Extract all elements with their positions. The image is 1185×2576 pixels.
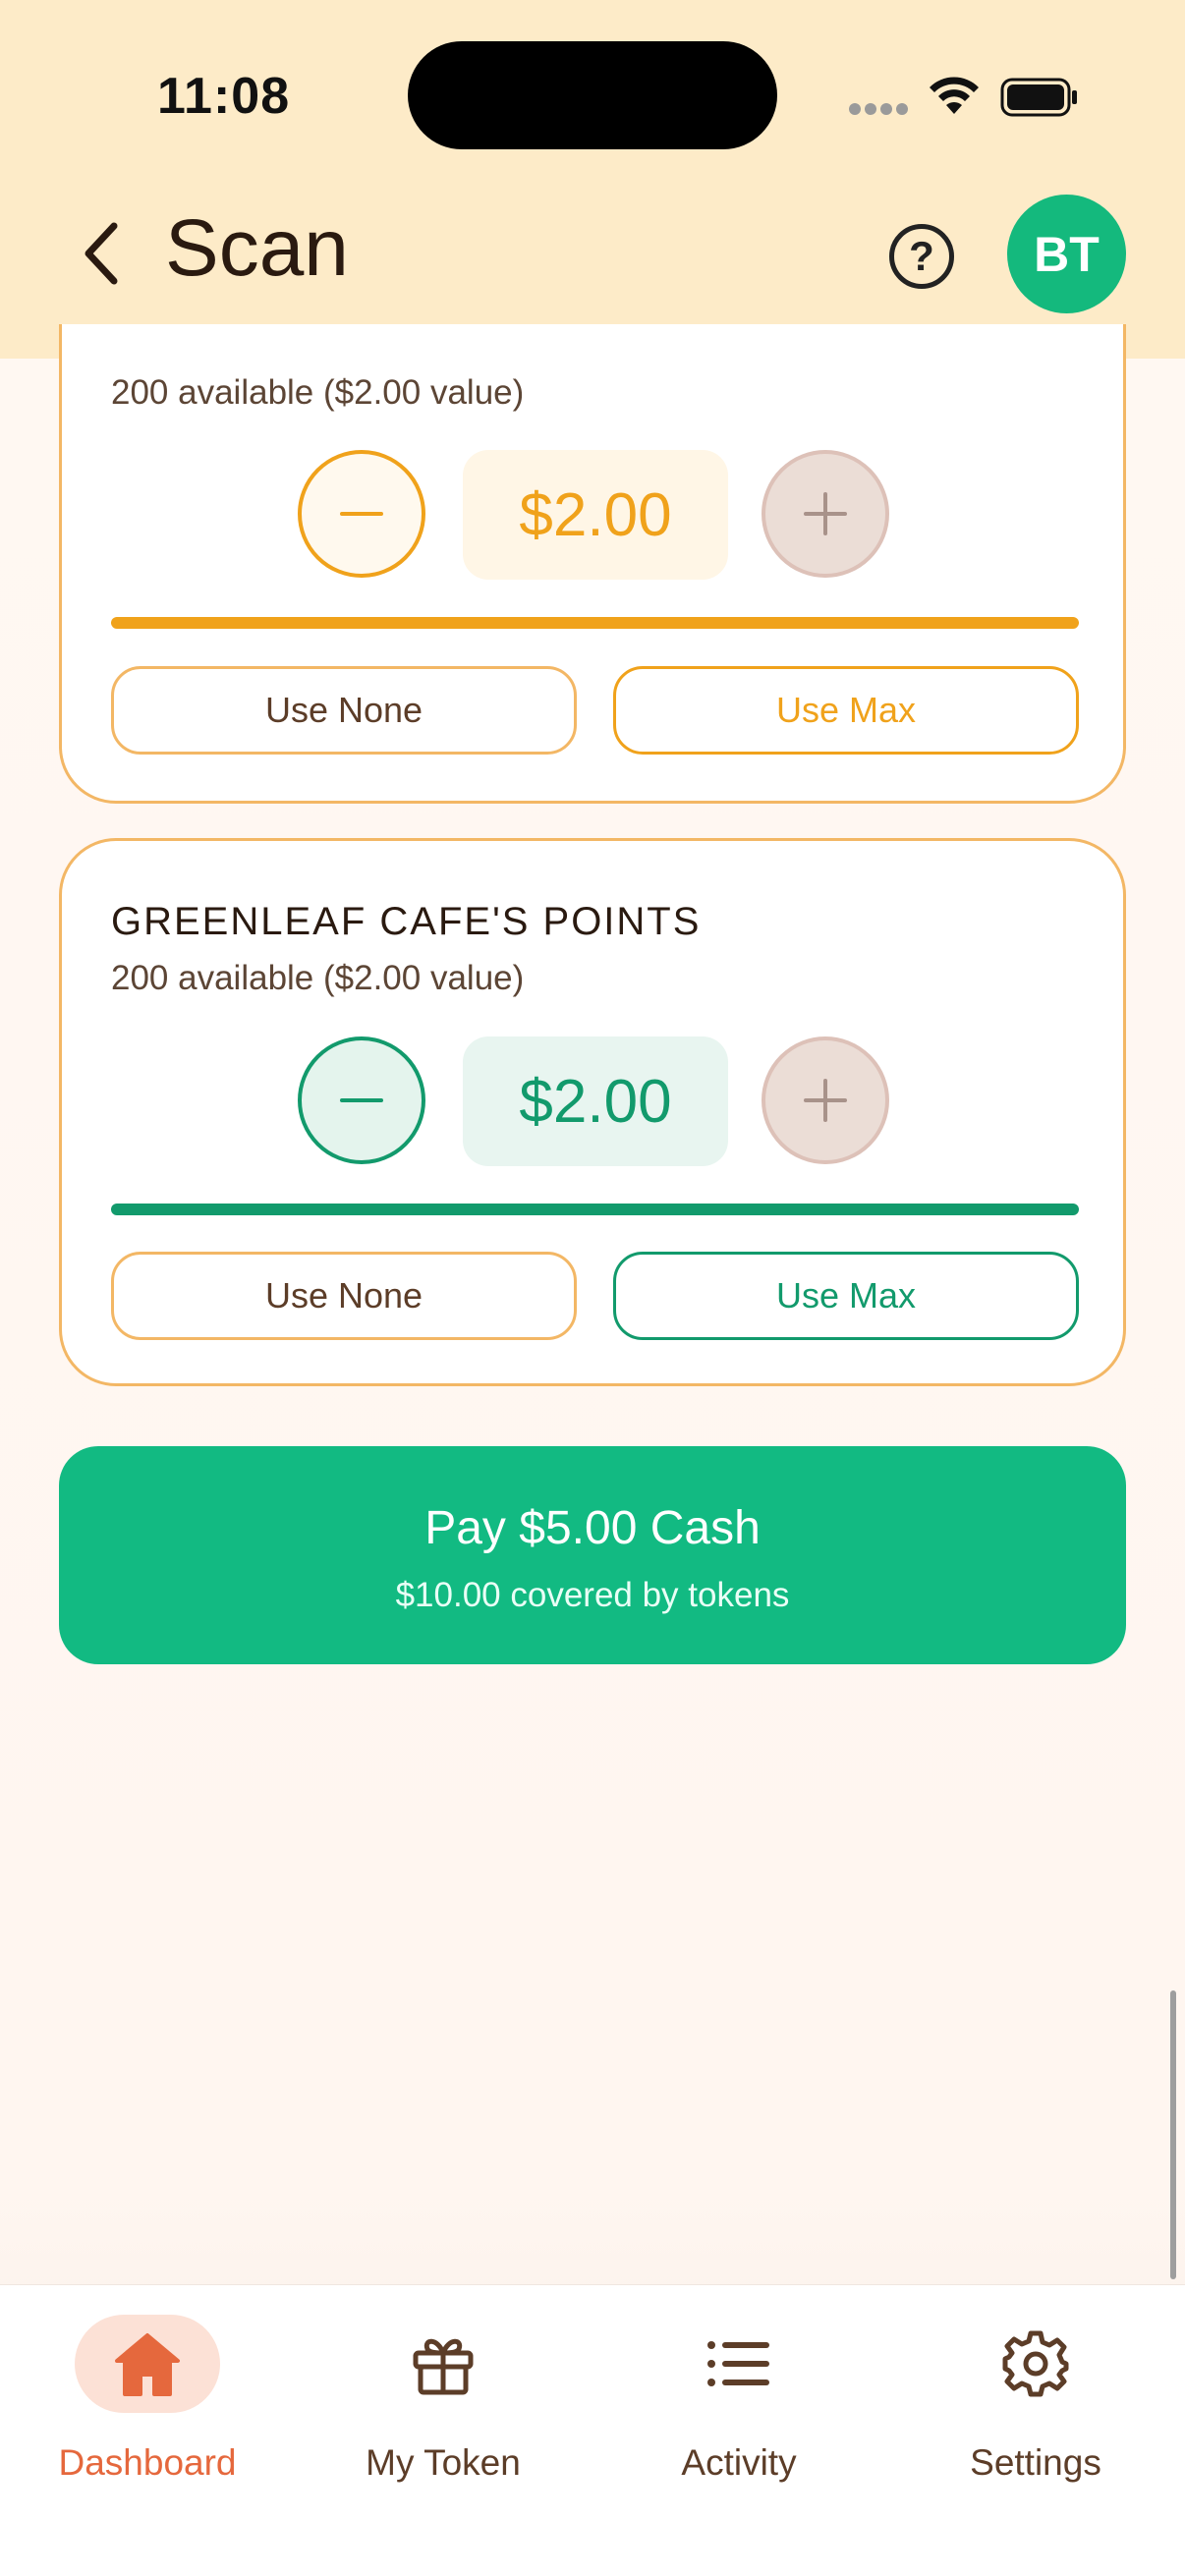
available-text: 200 available ($2.00 value) [111,373,525,412]
tab-label: My Token [366,2442,521,2483]
amount-stepper: $2.00 [298,1036,892,1166]
battery-icon [1000,78,1077,117]
token-card: 200 available ($2.00 value) $2.00 Use No… [59,324,1126,804]
amount-value: $2.00 [463,1036,728,1166]
avatar-initials: BT [1034,226,1100,282]
gift-icon [413,2338,474,2395]
minus-icon [340,512,383,516]
tab-label: Dashboard [58,2442,237,2483]
pay-cash-button[interactable]: Pay $5.00 Cash $10.00 covered by tokens [59,1446,1126,1664]
dynamic-island [408,41,777,149]
help-button[interactable]: ? [889,224,954,289]
quick-select-row: Use None Use Max [111,666,1079,755]
token-card: GREENLEAF CAFE'S POINTS 200 available ($… [59,838,1126,1386]
token-title: GREENLEAF CAFE'S POINTS [111,900,702,943]
question-mark-icon: ? [909,233,934,279]
minus-icon [340,1098,383,1102]
plus-icon [804,492,847,535]
pay-label: Pay $5.00 Cash [424,1502,761,1554]
use-max-button[interactable]: Use Max [613,666,1079,755]
plus-icon [804,1079,847,1122]
cellular-signal-icon [849,102,912,120]
list-icon [707,2341,769,2386]
scrollbar[interactable] [1170,1990,1176,2279]
chevron-left-icon [85,222,118,285]
bottom-tab-bar: Dashboard My Token Activity Settings [0,2284,1185,2576]
progress-bar [111,617,1079,629]
tab-icon-background [75,2315,220,2413]
avatar[interactable]: BT [1007,195,1126,313]
use-none-button[interactable]: Use None [111,666,577,755]
pay-sublabel: $10.00 covered by tokens [395,1576,790,1614]
back-button[interactable] [71,214,130,293]
amount-value: $2.00 [463,450,728,580]
amount-stepper: $2.00 [298,450,892,580]
decrease-button[interactable] [298,1036,425,1164]
gear-icon [1002,2330,1069,2397]
tab-label: Activity [681,2442,797,2483]
status-time: 11:08 [157,68,291,125]
wifi-icon [930,77,979,114]
decrease-button[interactable] [298,450,425,578]
increase-button[interactable] [762,1036,889,1164]
use-max-button[interactable]: Use Max [613,1252,1079,1340]
app-header: 11:08 Scan ? BT [0,0,1185,359]
use-none-button[interactable]: Use None [111,1252,577,1340]
page-title: Scan [165,203,349,293]
tab-dashboard[interactable]: Dashboard [0,2315,295,2511]
quick-select-row: Use None Use Max [111,1252,1079,1340]
available-text: 200 available ($2.00 value) [111,959,525,997]
tab-my-token[interactable]: My Token [296,2315,591,2511]
home-icon [115,2333,180,2396]
tab-label: Settings [970,2442,1101,2483]
tab-settings[interactable]: Settings [888,2315,1183,2511]
progress-bar [111,1204,1079,1215]
tab-activity[interactable]: Activity [592,2315,886,2511]
increase-button[interactable] [762,450,889,578]
